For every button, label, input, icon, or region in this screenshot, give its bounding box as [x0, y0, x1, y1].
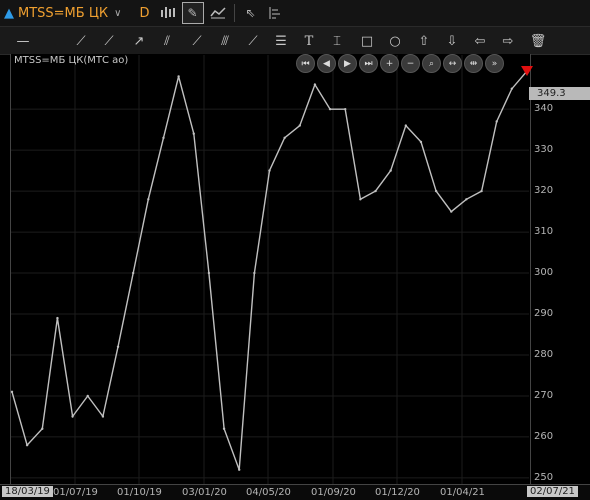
price-point	[56, 316, 59, 320]
price-point	[404, 124, 408, 127]
chart-title: MTSS=МБ ЦК(МТС ао)	[14, 55, 129, 66]
y-tick-label: 280	[534, 348, 554, 360]
price-point	[359, 198, 362, 201]
price-point	[25, 443, 29, 447]
price-point	[465, 198, 468, 201]
y-tick-label: 310	[534, 226, 554, 238]
price-point	[116, 345, 120, 348]
price-point	[480, 189, 483, 193]
last-price-label: 349.3	[529, 87, 590, 100]
price-point	[268, 169, 271, 172]
x-tick-label: 01/04/21	[440, 487, 485, 498]
y-tick-label: 260	[534, 430, 554, 442]
price-point	[450, 210, 453, 213]
zoom-in-icon[interactable]: +	[380, 54, 399, 73]
price-point	[283, 136, 286, 140]
price-point	[131, 271, 135, 275]
step-forward-icon[interactable]: ▶	[338, 54, 357, 73]
fast-forward-icon[interactable]: ⏭	[359, 54, 378, 73]
x-tick-label: 04/05/20	[246, 487, 291, 498]
scroll-end-icon[interactable]: »	[485, 54, 504, 73]
y-tick-label: 330	[534, 144, 554, 156]
price-series-line	[11, 70, 528, 470]
y-tick-label: 290	[534, 308, 554, 320]
price-point	[389, 169, 392, 172]
x-tick-label: 01/12/20	[375, 487, 420, 498]
y-tick-label: 340	[534, 103, 554, 115]
price-point	[192, 132, 195, 135]
zoom-fit-icon[interactable]: ⌕	[422, 54, 441, 73]
x-tick-label: 03/01/20	[182, 487, 227, 498]
zoom-out-icon[interactable]: −	[401, 54, 420, 73]
chart-navigation: ⏮ ◀ ▶ ⏭ + − ⌕ ↔ ⇹ »	[296, 54, 504, 73]
x-tick-label: 01/10/19	[117, 487, 162, 498]
price-point	[177, 75, 180, 78]
price-point	[10, 390, 14, 394]
price-point	[434, 189, 438, 193]
price-point	[207, 271, 211, 275]
x-tick-label: 01/07/19	[53, 487, 98, 498]
price-point	[298, 124, 301, 127]
price-point	[86, 394, 89, 398]
step-back-icon[interactable]: ◀	[317, 54, 336, 73]
price-chart	[10, 55, 533, 484]
price-point	[313, 83, 317, 86]
price-point	[328, 107, 332, 111]
y-tick-label: 250	[534, 471, 554, 483]
price-point	[238, 468, 241, 471]
price-point	[344, 107, 347, 111]
price-point	[41, 427, 44, 430]
compress-icon[interactable]: ⇹	[464, 54, 483, 73]
price-point	[374, 189, 377, 193]
x-tick-label: 01/09/20	[311, 487, 356, 498]
price-point	[222, 427, 226, 430]
last-price-marker	[521, 66, 533, 77]
price-point	[101, 415, 105, 418]
y-tick-label: 270	[534, 389, 554, 401]
y-tick-label: 320	[534, 185, 554, 197]
x-tick-label: 02/07/21	[527, 486, 578, 497]
price-point	[71, 415, 74, 418]
price-point	[495, 120, 498, 123]
price-point	[253, 271, 256, 275]
price-point	[162, 136, 165, 140]
x-tick-label: 18/03/19	[2, 486, 53, 497]
y-tick-label: 300	[534, 267, 554, 279]
price-point	[419, 140, 423, 144]
expand-icon[interactable]: ↔	[443, 54, 462, 73]
price-point	[510, 87, 514, 90]
rewind-start-icon[interactable]: ⏮	[296, 54, 315, 73]
price-point	[147, 198, 150, 201]
